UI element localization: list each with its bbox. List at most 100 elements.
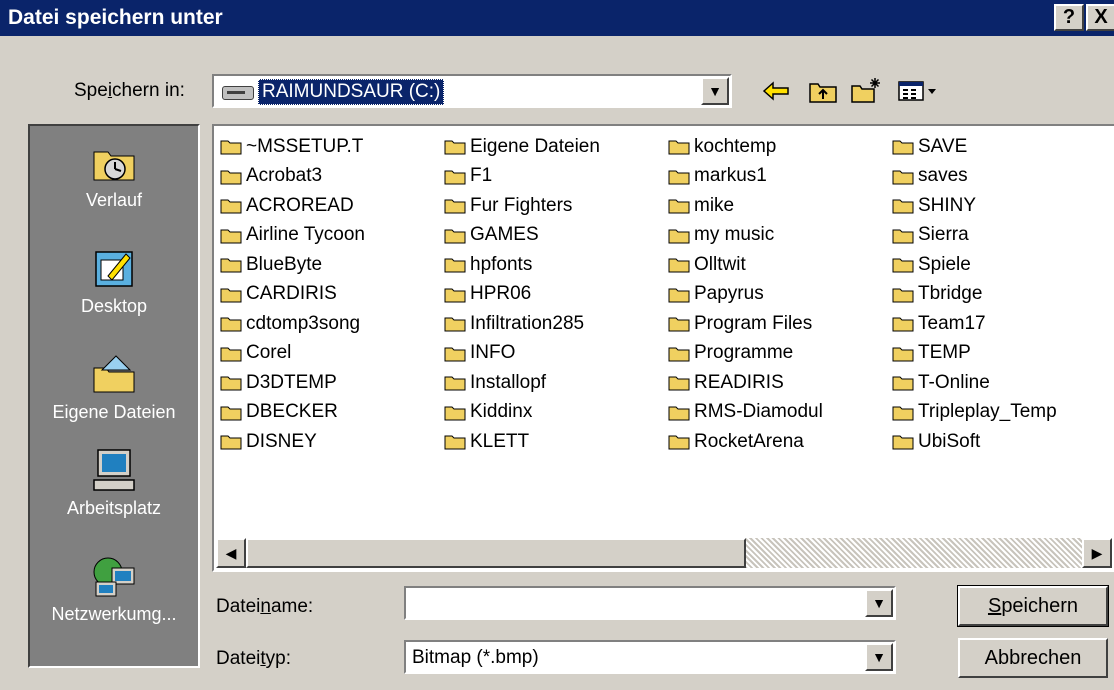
scroll-left-button[interactable]: ◀ [216, 538, 246, 568]
folder-icon [444, 435, 466, 450]
help-button[interactable]: ? [1054, 4, 1084, 31]
folder-item[interactable]: INFO [444, 339, 668, 369]
places-bar: Verlauf Desktop Eigene Dateien Arbeitspl… [28, 124, 200, 668]
folder-item[interactable]: Team17 [892, 309, 1108, 339]
folder-item[interactable]: Infiltration285 [444, 309, 668, 339]
folder-icon [444, 376, 466, 391]
folder-name: DISNEY [246, 430, 317, 452]
folder-item[interactable]: SAVE [892, 132, 1108, 162]
places-label: Verlauf [85, 190, 143, 210]
places-item-my-computer[interactable]: Arbeitsplatz [30, 448, 198, 519]
folder-name: my music [694, 224, 775, 246]
folder-item[interactable]: DBECKER [220, 398, 444, 428]
places-item-history[interactable]: Verlauf [30, 140, 198, 211]
folder-item[interactable]: Acrobat3 [220, 162, 444, 192]
folder-item[interactable]: ACROREAD [220, 191, 444, 221]
folder-item[interactable]: RocketArena [668, 427, 892, 457]
places-item-network[interactable]: Netzwerkumg... [30, 554, 198, 625]
folder-item[interactable]: DISNEY [220, 427, 444, 457]
folder-item[interactable]: mike [668, 191, 892, 221]
folder-item[interactable]: READIRIS [668, 368, 892, 398]
folder-icon [444, 170, 466, 185]
folder-name: BlueByte [246, 253, 323, 275]
new-folder-icon[interactable] [850, 76, 882, 104]
folder-item[interactable]: Corel [220, 339, 444, 369]
folder-item[interactable]: hpfonts [444, 250, 668, 280]
folder-icon [220, 288, 242, 303]
folder-item[interactable]: T-Online [892, 368, 1108, 398]
folder-item[interactable]: Tbridge [892, 280, 1108, 310]
folder-item[interactable]: ~MSSETUP.T [220, 132, 444, 162]
folder-item[interactable]: RMS-Diamodul [668, 398, 892, 428]
folder-item[interactable]: Programme [668, 339, 892, 369]
folder-item[interactable]: F1 [444, 162, 668, 192]
folder-icon [668, 406, 690, 421]
folder-name: RMS-Diamodul [694, 401, 823, 423]
folder-item[interactable]: kochtemp [668, 132, 892, 162]
folder-item[interactable]: Program Files [668, 309, 892, 339]
filetype-label: Dateityp: [216, 648, 291, 669]
folder-item[interactable]: UbiSoft [892, 427, 1108, 457]
folder-item[interactable]: Sierra [892, 221, 1108, 251]
folder-item[interactable]: Airline Tycoon [220, 221, 444, 251]
folder-item[interactable]: Olltwit [668, 250, 892, 280]
folder-item[interactable]: KLETT [444, 427, 668, 457]
folder-item[interactable]: HPR06 [444, 280, 668, 310]
folder-item[interactable]: Tripleplay_Temp [892, 398, 1108, 428]
scroll-right-button[interactable]: ▶ [1082, 538, 1112, 568]
folder-item[interactable]: Papyrus [668, 280, 892, 310]
filename-input[interactable]: ▼ [404, 586, 896, 620]
folder-name: mike [694, 194, 735, 216]
folder-item[interactable]: GAMES [444, 221, 668, 251]
places-item-desktop[interactable]: Desktop [30, 246, 198, 317]
folder-item[interactable]: Fur Fighters [444, 191, 668, 221]
folder-name: Eigene Dateien [470, 135, 600, 157]
folder-icon [444, 140, 466, 155]
folder-item[interactable]: D3DTEMP [220, 368, 444, 398]
folder-item[interactable]: cdtomp3song [220, 309, 444, 339]
folder-item[interactable]: TEMP [892, 339, 1108, 369]
cancel-button[interactable]: Abbrechen [958, 638, 1108, 678]
folder-name: Program Files [694, 312, 813, 334]
view-menu-icon[interactable] [898, 80, 938, 102]
folder-item[interactable]: my music [668, 221, 892, 251]
folder-icon [668, 317, 690, 332]
chevron-down-icon[interactable]: ▼ [701, 77, 729, 105]
folder-item[interactable]: SHINY [892, 191, 1108, 221]
back-arrow-icon[interactable] [762, 80, 790, 102]
save-button[interactable]: Speichern [957, 585, 1109, 627]
folder-item[interactable]: saves [892, 162, 1108, 192]
save-in-dropdown[interactable]: RAIMUNDSAUR (C:) ▼ [212, 74, 732, 108]
chevron-down-icon[interactable]: ▼ [865, 589, 893, 617]
folder-icon [892, 170, 914, 185]
title-bar[interactable]: Datei speichern unter ? X [0, 0, 1114, 36]
folder-name: HPR06 [470, 283, 532, 305]
folder-name: ACROREAD [246, 194, 354, 216]
folder-icon [668, 199, 690, 214]
scroll-thumb[interactable] [246, 538, 746, 568]
folder-icon [892, 258, 914, 273]
folder-icon [668, 376, 690, 391]
folder-item[interactable]: Eigene Dateien [444, 132, 668, 162]
places-item-my-documents[interactable]: Eigene Dateien [30, 352, 198, 423]
folder-name: UbiSoft [918, 430, 981, 452]
folder-item[interactable]: markus1 [668, 162, 892, 192]
file-list[interactable]: ~MSSETUP.T Eigene Dateien kochtemp SAVE Acro… [212, 124, 1114, 572]
folder-name: markus1 [694, 165, 767, 187]
chevron-down-icon[interactable]: ▼ [865, 643, 893, 671]
close-button[interactable]: X [1086, 4, 1114, 31]
folder-up-icon[interactable] [808, 78, 838, 104]
folder-item[interactable]: Spiele [892, 250, 1108, 280]
folder-icon [220, 435, 242, 450]
folder-item[interactable]: Installopf [444, 368, 668, 398]
file-grid: ~MSSETUP.T Eigene Dateien kochtemp SAVE Acro… [220, 132, 1108, 457]
folder-item[interactable]: Kiddinx [444, 398, 668, 428]
folder-item[interactable]: CARDIRIS [220, 280, 444, 310]
folder-item[interactable]: BlueByte [220, 250, 444, 280]
folder-icon [444, 406, 466, 421]
filetype-dropdown[interactable]: Bitmap (*.bmp) ▼ [404, 640, 896, 674]
folder-name: Infiltration285 [470, 312, 585, 334]
horizontal-scrollbar[interactable]: ◀ ▶ [216, 538, 1112, 568]
folder-name: RocketArena [694, 430, 804, 452]
folder-name: Team17 [918, 312, 986, 334]
